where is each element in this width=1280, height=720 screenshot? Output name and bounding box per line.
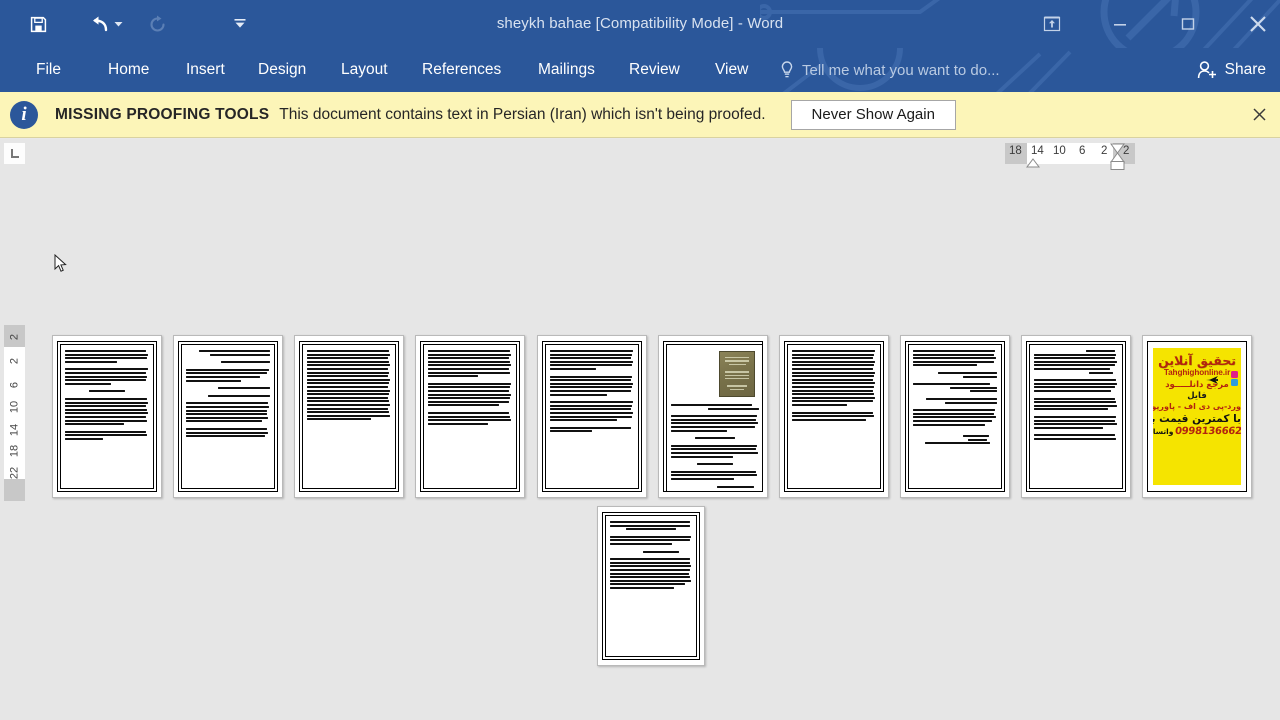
telegram-icon bbox=[1231, 379, 1238, 386]
left-indent-marker[interactable] bbox=[1109, 160, 1126, 171]
page-border-outer bbox=[420, 341, 520, 492]
page-border-inner bbox=[908, 344, 1002, 489]
restore-icon-glyph bbox=[1181, 18, 1195, 30]
tell-me-search[interactable]: Tell me what you want to do... bbox=[780, 48, 1000, 92]
page-border-outer: تحقیق آنلاین Tahghighonline.ir مرجع دانل… bbox=[1147, 341, 1247, 492]
ribbon-display-icon[interactable] bbox=[1032, 10, 1072, 38]
page-thumbnail-7[interactable] bbox=[779, 335, 889, 498]
ad-website-url: Tahghighonline.ir bbox=[1163, 368, 1231, 378]
close-icon-glyph bbox=[1252, 107, 1266, 121]
instagram-icon bbox=[1231, 371, 1238, 378]
tab-review[interactable]: Review bbox=[621, 48, 688, 92]
vruler-tick-5: 18 bbox=[8, 444, 21, 458]
page-border-inner bbox=[60, 344, 154, 489]
tab-file[interactable]: File bbox=[28, 48, 69, 92]
close-icon[interactable] bbox=[1238, 10, 1278, 38]
lightbulb-icon bbox=[781, 61, 793, 78]
page-border-inner bbox=[302, 344, 396, 489]
close-icon-glyph bbox=[1250, 16, 1266, 32]
page-border-inner bbox=[423, 344, 517, 489]
missing-proofing-tools-bar: i MISSING PROOFING TOOLS This document c… bbox=[0, 92, 1280, 138]
page-border-outer bbox=[602, 512, 700, 660]
minimize-icon[interactable] bbox=[1100, 10, 1140, 38]
page-border-inner bbox=[666, 344, 762, 491]
ad-line-2: فایل bbox=[1187, 391, 1207, 402]
first-line-indent-marker[interactable] bbox=[1025, 158, 1041, 170]
ad-line-1: مرجع دانلـــــود bbox=[1165, 380, 1229, 391]
page-border-outer bbox=[57, 341, 157, 492]
page-border-inner bbox=[181, 344, 275, 489]
ad-line-3: ورد-پی دی اف - پاورپوینت bbox=[1153, 402, 1241, 412]
vruler-tick-6: 22 bbox=[8, 466, 21, 480]
hruler-tick-3: 6 bbox=[1079, 145, 1086, 157]
tab-insert[interactable]: Insert bbox=[178, 48, 233, 92]
ad-logo-text: تحقیق آنلاین bbox=[1158, 353, 1236, 368]
tab-layout[interactable]: Layout bbox=[333, 48, 396, 92]
notification-message: This document contains text in Persian (… bbox=[279, 105, 766, 123]
notification-title: MISSING PROOFING TOOLS bbox=[55, 105, 270, 123]
manuscript-image bbox=[719, 351, 755, 397]
vruler-tick-1: 2 bbox=[8, 357, 21, 365]
left-tab-stop-icon[interactable] bbox=[4, 143, 25, 164]
page-border-inner bbox=[787, 344, 881, 489]
hruler-tick-2: 10 bbox=[1053, 145, 1066, 157]
page-thumbnail-1[interactable] bbox=[52, 335, 162, 498]
page-border-outer bbox=[784, 341, 884, 492]
document-canvas[interactable]: 2 2 6 10 14 18 22 18 14 10 6 2 2 تحقیق آ… bbox=[0, 139, 1280, 720]
tab-design[interactable]: Design bbox=[250, 48, 314, 92]
minimize-icon-glyph bbox=[1114, 24, 1126, 26]
page-thumbnail-11[interactable] bbox=[597, 506, 705, 666]
page-border-outer bbox=[299, 341, 399, 492]
ad-contact-row: 09981366624 واتساب bbox=[1153, 426, 1241, 437]
page-thumbnail-5[interactable] bbox=[537, 335, 647, 498]
ribbon-display-icon-glyph bbox=[1043, 16, 1061, 32]
page-thumbnail-9[interactable] bbox=[1021, 335, 1131, 498]
title-bar: sheykh bahae [Compatibility Mode] - Word bbox=[0, 0, 1280, 48]
ad-phone-number: 09981366624 bbox=[1174, 426, 1241, 438]
tab-home[interactable]: Home bbox=[100, 48, 157, 92]
page-thumbnail-10-advertisement[interactable]: تحقیق آنلاین Tahghighonline.ir مرجع دانل… bbox=[1142, 335, 1252, 498]
page-border-outer bbox=[905, 341, 1005, 492]
info-icon: i bbox=[10, 100, 38, 129]
vruler-tick-4: 14 bbox=[8, 423, 21, 437]
page-border-inner bbox=[545, 344, 639, 489]
vruler-tick-3: 10 bbox=[8, 400, 21, 414]
ribbon-tab-bar: File Home Insert Design Layout Reference… bbox=[0, 48, 1280, 92]
page-thumbnail-6[interactable] bbox=[658, 335, 768, 498]
ad-line-4: با کمترین قیمت بازار bbox=[1153, 413, 1241, 426]
tab-references[interactable]: References bbox=[414, 48, 509, 92]
never-show-again-button[interactable]: Never Show Again bbox=[790, 99, 956, 130]
hruler-tick-0: 18 bbox=[1009, 145, 1022, 157]
tab-mailings[interactable]: Mailings bbox=[530, 48, 603, 92]
restore-icon[interactable] bbox=[1168, 10, 1208, 38]
share-person-icon bbox=[1197, 61, 1216, 79]
advertisement-banner: تحقیق آنلاین Tahghighonline.ir مرجع دانل… bbox=[1153, 348, 1241, 485]
vruler-tick-2: 6 bbox=[8, 381, 21, 389]
hruler-tick-1: 14 bbox=[1031, 145, 1044, 157]
page-border-inner bbox=[1029, 344, 1123, 489]
page-border-outer bbox=[663, 341, 763, 492]
page-border-outer bbox=[178, 341, 278, 492]
page-border-outer bbox=[1026, 341, 1126, 492]
page-border-inner bbox=[605, 515, 697, 657]
ad-whatsapp-label: واتساب bbox=[1153, 427, 1174, 437]
window-title: sheykh bahae [Compatibility Mode] - Word bbox=[496, 15, 784, 32]
tab-view[interactable]: View bbox=[707, 48, 756, 92]
page-border-outer bbox=[542, 341, 642, 492]
notification-close-icon[interactable] bbox=[1246, 101, 1272, 127]
page-thumbnail-4[interactable] bbox=[415, 335, 525, 498]
mouse-cursor bbox=[54, 254, 67, 272]
left-tab-stop-glyph bbox=[10, 148, 19, 158]
share-label: Share bbox=[1224, 61, 1266, 78]
page-thumbnail-8[interactable] bbox=[900, 335, 1010, 498]
vruler-tick-0: 2 bbox=[8, 333, 21, 341]
tell-me-placeholder: Tell me what you want to do... bbox=[802, 61, 1000, 79]
ad-social-icons bbox=[1231, 371, 1238, 386]
arrow-left-icon bbox=[1206, 376, 1218, 384]
share-button[interactable]: Share bbox=[1196, 48, 1266, 92]
page-thumbnail-2[interactable] bbox=[173, 335, 283, 498]
hruler-tick-4: 2 bbox=[1101, 145, 1108, 157]
page-thumbnail-3[interactable] bbox=[294, 335, 404, 498]
